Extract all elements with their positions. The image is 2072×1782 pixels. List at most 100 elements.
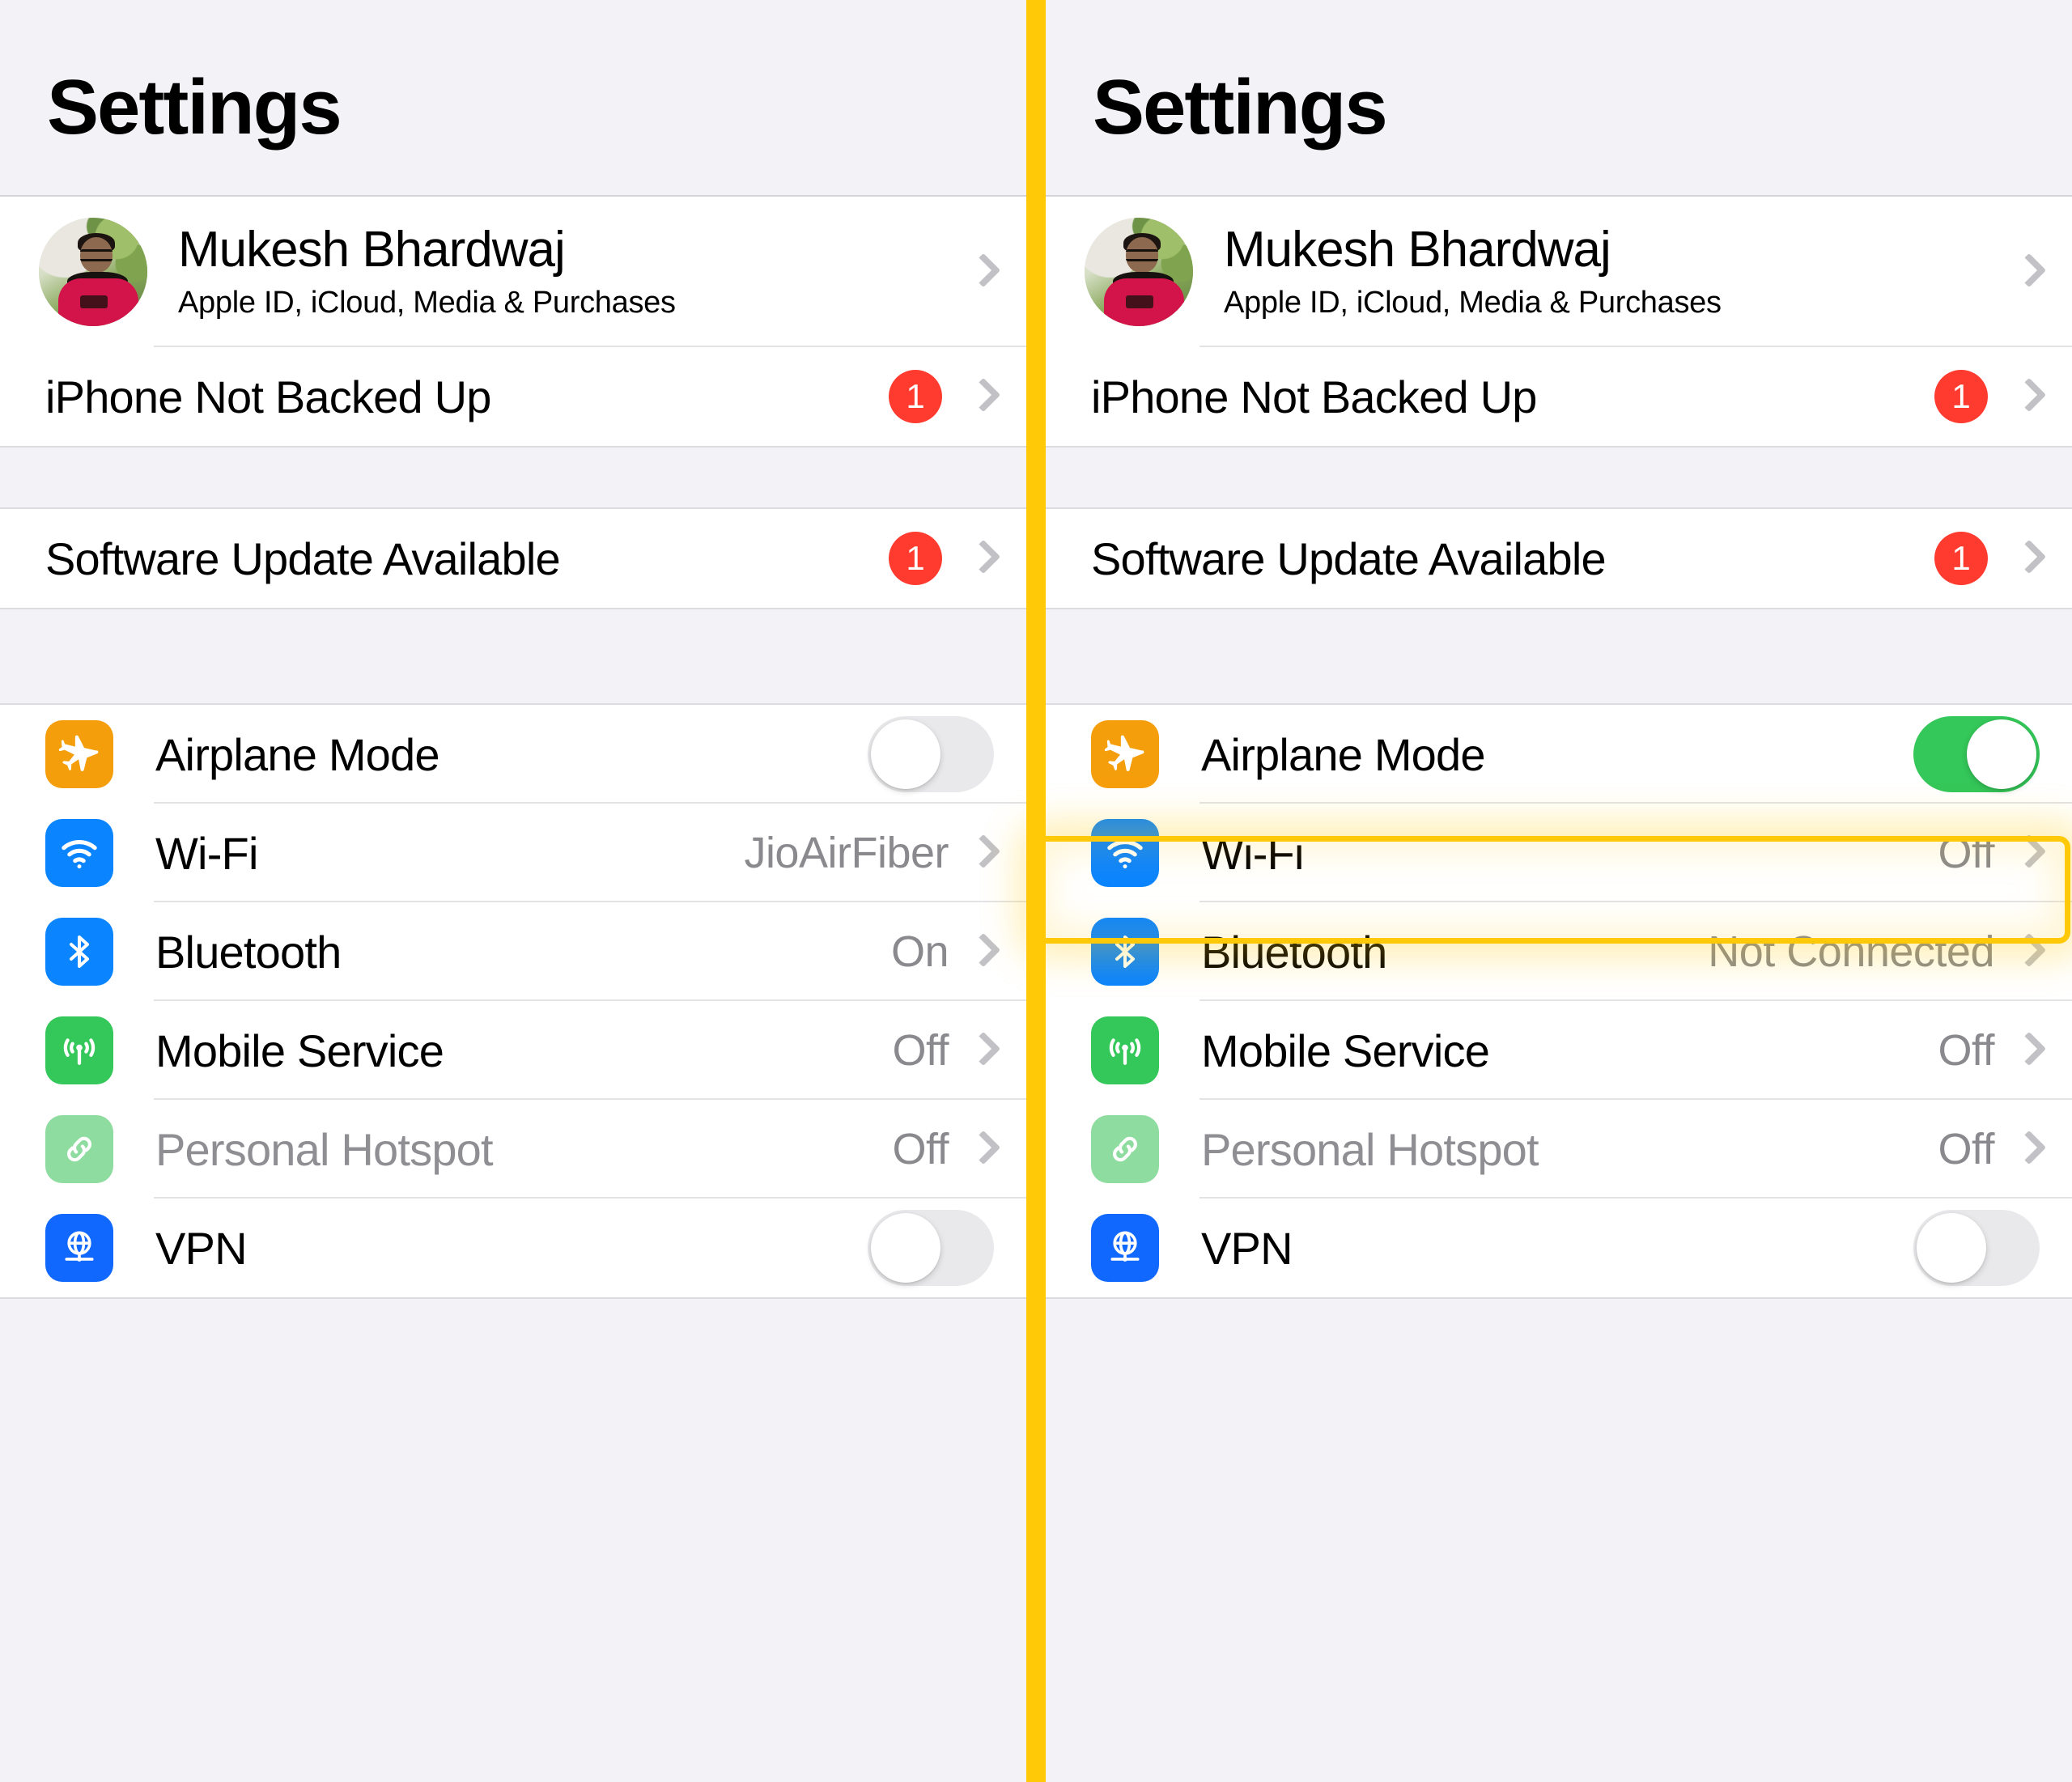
page-title: Settings [1093,64,1388,151]
mobile-service-icon [1091,1016,1159,1084]
section-gap [0,608,1026,705]
settings-row-mobile-service[interactable]: Mobile Service Off [0,1001,1026,1100]
apple-id-row[interactable]: Mukesh Bhardwaj Apple ID, iCloud, Media … [0,197,1026,347]
status-badge: 1 [1934,532,1988,585]
software-update-group-after: Software Update Available 1 [1046,509,2072,608]
bottom-section-gap [1046,1297,2072,1396]
vpn-icon [45,1214,113,1282]
software-update-label: Software Update Available [45,532,561,584]
settings-row-mobile-service[interactable]: Mobile Service Off [1046,1001,2072,1100]
account-name: Mukesh Bhardwaj [178,222,566,278]
apple-id-row[interactable]: Mukesh Bhardwaj Apple ID, iCloud, Media … [1046,197,2072,347]
chevron-right-icon [2015,1131,2036,1168]
settings-row-label: Wi-Fi [155,827,258,879]
account-subtitle: Apple ID, iCloud, Media & Purchases [178,285,676,320]
chevron-right-icon [970,933,991,970]
settings-row-airplane-mode[interactable]: Airplane Mode [1046,705,2072,804]
settings-row-label: Wi-Fi [1201,827,1304,879]
chevron-right-icon [970,1032,991,1069]
account-subtitle: Apple ID, iCloud, Media & Purchases [1224,285,1722,320]
chevron-right-icon [2015,253,2036,291]
wifi-icon [1091,819,1159,887]
iphone-backup-row[interactable]: iPhone Not Backed Up 1 [1046,347,2072,446]
panel-divider [1026,0,1046,1782]
chevron-right-icon [970,253,991,291]
settings-row-personal-hotspot[interactable]: Personal Hotspot Off [0,1100,1026,1199]
settings-row-wifi[interactable]: Wi-Fi Off [1046,804,2072,902]
settings-row-label: Mobile Service [1201,1025,1490,1076]
settings-row-label: Airplane Mode [1201,728,1486,780]
bluetooth-icon [1091,918,1159,986]
status-badge: 1 [889,532,942,585]
connectivity-group-after: Airplane Mode Wi-Fi Off Bluetooth Not Co… [1046,705,2072,1297]
vpn-toggle[interactable] [1913,1210,2040,1286]
settings-row-value: On [890,927,949,976]
software-update-row[interactable]: Software Update Available 1 [0,509,1026,608]
connectivity-group-before: Airplane Mode Wi-Fi JioAirFiber Bluetoot… [0,705,1026,1297]
chevron-right-icon [970,540,991,577]
account-group-before: Mukesh Bhardwaj Apple ID, iCloud, Media … [0,197,1026,446]
settings-row-label: VPN [1201,1222,1293,1274]
avatar [39,218,147,326]
page-title: Settings [47,64,342,151]
airplane-mode-toggle[interactable] [1913,716,2040,792]
navigation-bar-after: Settings [1046,0,2072,197]
settings-row-airplane-mode[interactable]: Airplane Mode [0,705,1026,804]
mobile-service-icon [45,1016,113,1084]
status-badge: 1 [889,370,942,423]
settings-row-personal-hotspot[interactable]: Personal Hotspot Off [1046,1100,2072,1199]
chevron-right-icon [970,378,991,415]
chevron-right-icon [2015,933,2036,970]
iphone-backup-label: iPhone Not Backed Up [45,371,491,422]
chevron-right-icon [970,1131,991,1168]
iphone-backup-label: iPhone Not Backed Up [1091,371,1537,422]
software-update-label: Software Update Available [1091,532,1607,584]
navigation-bar-before: Settings [0,0,1026,197]
status-badge: 1 [1934,370,1988,423]
chevron-right-icon [970,834,991,872]
chevron-right-icon [2015,378,2036,415]
chevron-right-icon [2015,834,2036,872]
comparison-screenshot: Settings Mukesh Bhardwaj Apple ID, iClou… [0,0,2072,1782]
vpn-icon [1091,1214,1159,1282]
settings-row-label: Airplane Mode [155,728,440,780]
settings-row-vpn[interactable]: VPN [1046,1199,2072,1297]
personal-hotspot-icon [45,1115,113,1183]
software-update-group-before: Software Update Available 1 [0,509,1026,608]
airplane-mode-toggle[interactable] [868,716,994,792]
airplane-icon [1091,720,1159,788]
software-update-row[interactable]: Software Update Available 1 [1046,509,2072,608]
bottom-section-gap [0,1297,1026,1396]
settings-row-label: Bluetooth [155,926,342,978]
settings-row-vpn[interactable]: VPN [0,1199,1026,1297]
section-gap [1046,446,2072,509]
bluetooth-icon [45,918,113,986]
settings-panel-after: Settings Mukesh Bhardwaj Apple ID, iClou… [1046,0,2072,1782]
settings-panel-before: Settings Mukesh Bhardwaj Apple ID, iClou… [0,0,1026,1782]
iphone-backup-row[interactable]: iPhone Not Backed Up 1 [0,347,1026,446]
settings-row-label: Mobile Service [155,1025,444,1076]
airplane-icon [45,720,113,788]
settings-row-value: Off [1938,1125,1994,1173]
account-group-after: Mukesh Bhardwaj Apple ID, iCloud, Media … [1046,197,2072,446]
chevron-right-icon [2015,1032,2036,1069]
account-name: Mukesh Bhardwaj [1224,222,1611,278]
chevron-right-icon [2015,540,2036,577]
section-gap [0,446,1026,509]
vpn-toggle[interactable] [868,1210,994,1286]
settings-row-label: Bluetooth [1201,926,1387,978]
settings-row-value: Not Connected [1708,927,1994,976]
settings-row-value: Off [1938,1026,1994,1075]
settings-row-label: Personal Hotspot [155,1123,494,1175]
settings-row-bluetooth[interactable]: Bluetooth On [0,902,1026,1001]
section-gap [1046,608,2072,705]
settings-row-label: VPN [155,1222,248,1274]
avatar [1085,218,1193,326]
settings-row-value: Off [892,1026,949,1075]
settings-row-value: Off [1938,829,1994,877]
settings-row-bluetooth[interactable]: Bluetooth Not Connected [1046,902,2072,1001]
settings-row-value: JioAirFiber [744,829,949,877]
settings-row-label: Personal Hotspot [1201,1123,1539,1175]
wifi-icon [45,819,113,887]
settings-row-wifi[interactable]: Wi-Fi JioAirFiber [0,804,1026,902]
